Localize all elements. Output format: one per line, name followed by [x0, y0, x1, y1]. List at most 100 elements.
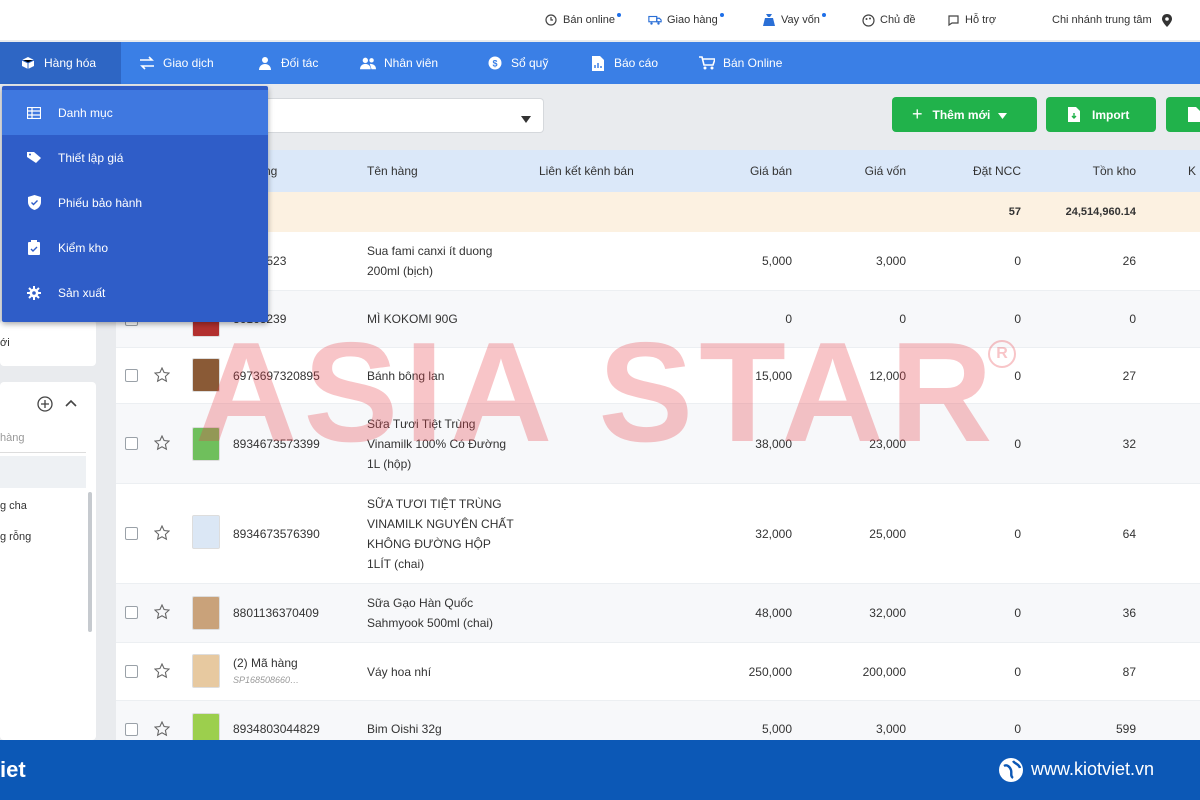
export-button[interactable] [1166, 97, 1200, 132]
cart-icon [699, 55, 715, 71]
product-price: 38,000 [755, 436, 792, 451]
grid-icon [26, 105, 42, 121]
product-order-supplier: 0 [1014, 436, 1021, 451]
column-header-name[interactable]: Tên hàng [367, 150, 418, 192]
column-header-price[interactable]: Giá bán [696, 150, 792, 192]
online-sales-link[interactable]: Bán online [544, 0, 621, 40]
row-checkbox[interactable] [125, 369, 138, 382]
star-icon[interactable] [153, 662, 171, 679]
website-url[interactable]: www.kiotviet.vn [1031, 759, 1154, 780]
product-cost: 32,000 [869, 606, 906, 620]
shield-icon [26, 195, 42, 211]
truck-icon [648, 13, 662, 27]
product-name-line: Sua fami canxi ít duong [367, 244, 493, 258]
category-empty-option[interactable]: g rỗng [0, 531, 31, 543]
row-checkbox[interactable] [125, 665, 138, 678]
column-header-channel[interactable]: Liên kết kênh bán [539, 150, 634, 192]
category-all-option[interactable] [0, 456, 86, 488]
product-name: Sữa Gạo Hàn Quốc Sahmyook 500ml (chai) [367, 584, 493, 642]
product-price: 5,000 [761, 254, 792, 268]
menu-item-pricing[interactable]: Thiết lập giá [2, 135, 268, 180]
table-row[interactable]: 6973697320895 Bánh bông lan 15,000 12,00… [116, 348, 1200, 404]
star-icon[interactable] [153, 603, 171, 620]
product-order-supplier: 0 [1014, 254, 1021, 268]
product-name-line: Sữa Gạo Hàn Quốc [367, 596, 474, 610]
nav-item-online-sales[interactable]: Bán Online [699, 42, 782, 84]
column-header-extra[interactable]: K [1188, 150, 1196, 192]
column-header-cost[interactable]: Giá vốn [810, 150, 906, 192]
support-link[interactable]: Hỗ trợ [946, 0, 996, 40]
product-name-line: Sahmyook 500ml (chai) [367, 616, 494, 630]
theme-link[interactable]: Chủ đề [861, 0, 915, 40]
star-icon[interactable] [153, 524, 171, 541]
product-name: Váy hoa nhí [367, 664, 432, 679]
table-row[interactable]: 36163239 MÌ KOKOMI 90G 0 0 0 0 [116, 291, 1200, 348]
product-thumbnail [192, 596, 220, 630]
category-parent-option[interactable]: g cha [0, 500, 27, 512]
table-row[interactable]: 8934673573399 Sữa Tươi Tiệt Trùng Vinami… [116, 404, 1200, 484]
product-code: 8934673576390 [233, 526, 320, 541]
product-price: 15,000 [755, 368, 792, 383]
product-thumbnail [192, 713, 220, 740]
menu-item-production[interactable]: Sản xuất [2, 270, 268, 315]
delivery-link[interactable]: Giao hàng [648, 0, 724, 40]
nav-item-partners[interactable]: Đối tác [257, 42, 318, 84]
caret-down-icon[interactable] [521, 112, 531, 126]
table-header: ng Tên hàng Liên kết kênh bán Giá bán Gi… [116, 150, 1200, 192]
menu-item-label: Sản xuất [58, 285, 106, 300]
row-checkbox[interactable] [125, 606, 138, 619]
row-checkbox[interactable] [125, 527, 138, 540]
product-order-supplier: 0 [1014, 664, 1021, 679]
product-name-line: 1L (hộp) [367, 456, 412, 471]
category-filter-card: hàng g cha g rỗng [0, 382, 96, 740]
online-sales-label: Bán online [563, 14, 615, 26]
summary-stock: 24,514,960.14 [1065, 206, 1136, 218]
report-icon [590, 55, 606, 71]
nav-item-cashbook[interactable]: $ Sổ quỹ [487, 42, 548, 84]
branch-selector[interactable]: Chi nhánh trung tâm [1052, 0, 1179, 40]
filter-card: ới [0, 320, 96, 366]
nav-label: Hàng hóa [44, 56, 97, 70]
gear-icon [26, 285, 42, 301]
star-icon[interactable] [153, 434, 171, 451]
loan-link[interactable]: Vay vốn [762, 0, 826, 40]
nav-item-products[interactable]: Hàng hóa [0, 42, 121, 84]
chevron-up-icon[interactable] [64, 396, 78, 413]
svg-text:$: $ [492, 59, 497, 69]
row-checkbox[interactable] [125, 437, 138, 450]
column-header-order-supplier[interactable]: Đặt NCC [926, 150, 1021, 192]
add-new-label: Thêm mới [932, 107, 991, 122]
add-new-button[interactable]: + Thêm mới [892, 97, 1037, 132]
menu-item-label: Phiếu bảo hành [58, 195, 143, 210]
nav-label: Báo cáo [614, 56, 659, 70]
theme-label: Chủ đề [880, 14, 916, 26]
column-header-stock[interactable]: Tồn kho [1036, 150, 1136, 192]
nav-item-staff[interactable]: Nhân viên [360, 42, 438, 84]
search-input[interactable] [266, 98, 544, 133]
row-checkbox[interactable] [125, 723, 138, 736]
menu-item-stocktake[interactable]: Kiểm kho [2, 225, 268, 270]
menu-item-catalog[interactable]: Danh mục [2, 90, 268, 135]
scrollbar[interactable] [88, 492, 92, 632]
product-code: 6973697320895 [233, 368, 320, 383]
product-cost: 23,000 [869, 436, 906, 451]
star-icon[interactable] [153, 720, 171, 737]
table-row[interactable]: (2) Mã hàng SP168508660… Váy hoa nhí 250… [116, 643, 1200, 701]
nav-label: Đối tác [281, 56, 319, 70]
table-row[interactable]: 8934673576390 SỮA TƯƠI TIỆT TRÙNG VINAMI… [116, 484, 1200, 584]
product-code: 8934673573399 [233, 436, 320, 451]
palette-icon [861, 13, 875, 27]
add-circle-icon[interactable] [37, 396, 53, 415]
table-row[interactable]: 8934803044829 Bim Oishi 32g 5,000 3,000 … [116, 701, 1200, 740]
star-icon[interactable] [153, 366, 171, 383]
globe-icon [998, 757, 1024, 783]
table-row[interactable]: 14030523 Sua fami canxi ít duong 200ml (… [116, 232, 1200, 291]
menu-item-warranty[interactable]: Phiếu bảo hành [2, 180, 268, 225]
table-row[interactable]: 8801136370409 Sữa Gạo Hàn Quốc Sahmyook … [116, 584, 1200, 643]
product-name-line: 200ml (bịch) [367, 264, 434, 278]
import-button[interactable]: Import [1046, 97, 1156, 132]
notification-dot [617, 13, 621, 17]
nav-item-transactions[interactable]: Giao dịch [139, 42, 214, 84]
product-name: Bim Oishi 32g [367, 722, 442, 736]
nav-item-reports[interactable]: Báo cáo [590, 42, 658, 84]
